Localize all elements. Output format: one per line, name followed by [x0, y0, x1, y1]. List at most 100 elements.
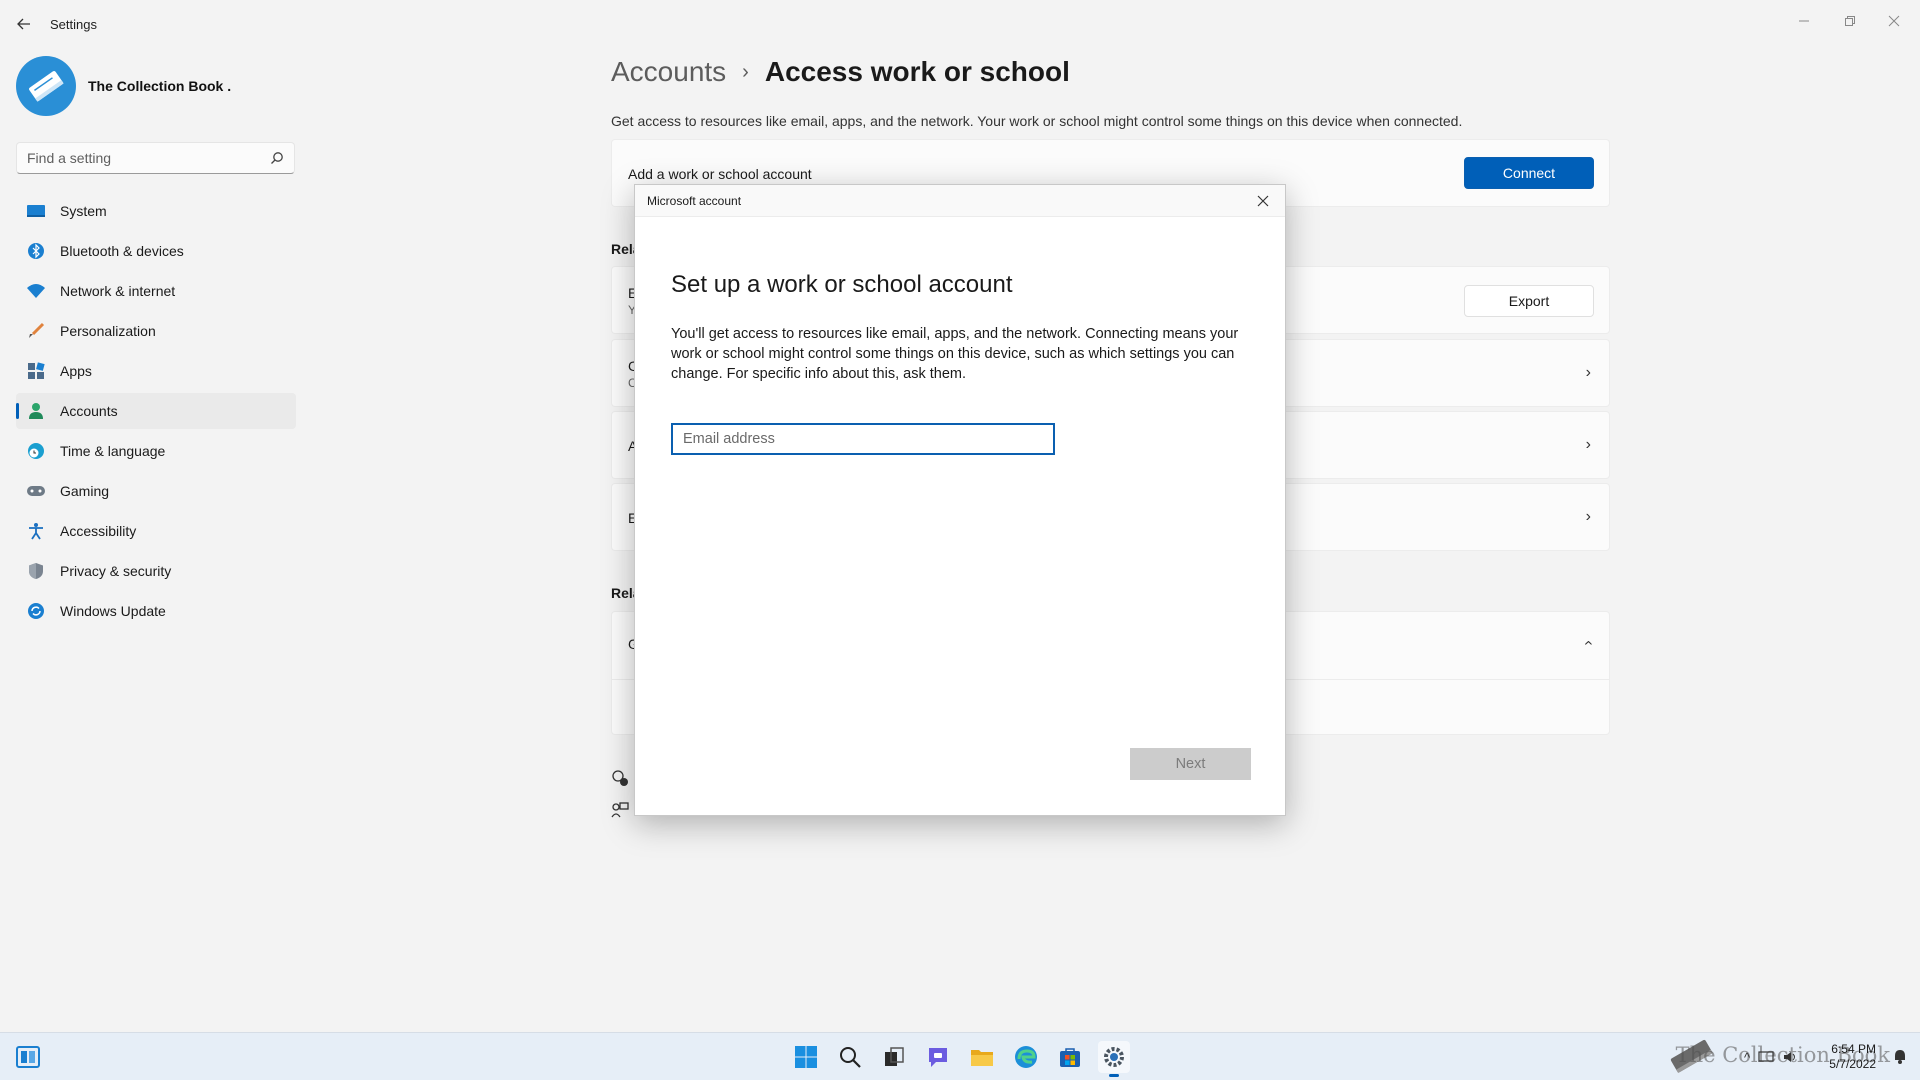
taskbar: The Collection Book ^ 6:54 PM 5/7/2022 [0, 1032, 1920, 1080]
sidebar-item-label: Privacy & security [60, 563, 172, 579]
connect-button[interactable]: Connect [1464, 157, 1594, 189]
sidebar-item-accessibility[interactable]: Accessibility [16, 513, 296, 549]
sidebar-item-label: Gaming [60, 483, 110, 499]
email-input[interactable] [673, 425, 1053, 453]
settings-search[interactable] [16, 142, 295, 174]
sidebar-nav: System Bluetooth & devices Network & int… [16, 193, 296, 633]
dialog-body-text: You'll get access to resources like emai… [671, 326, 1239, 382]
feedback-icon[interactable] [611, 801, 629, 819]
file-explorer-button[interactable] [966, 1041, 998, 1073]
globe-clock-icon [26, 441, 46, 461]
widgets-icon [16, 1046, 40, 1068]
sidebar-item-label: Time & language [60, 443, 166, 459]
gamepad-icon [26, 481, 46, 501]
chat-button[interactable] [922, 1041, 954, 1073]
arrow-left-icon [17, 18, 30, 30]
clock-date: 5/7/2022 [1829, 1057, 1876, 1071]
help-icon[interactable] [611, 769, 629, 787]
dialog-title: Microsoft account [647, 194, 742, 208]
taskbar-search-button[interactable] [834, 1041, 866, 1073]
sidebar-item-label: Bluetooth & devices [60, 243, 184, 259]
restore-icon [1845, 16, 1855, 26]
dialog-close-button[interactable] [1251, 190, 1275, 212]
add-account-label: Add a work or school account [628, 166, 812, 182]
widgets-button[interactable] [12, 1041, 44, 1073]
task-view-button[interactable] [878, 1041, 910, 1073]
sidebar-item-windows-update[interactable]: Windows Update [16, 593, 296, 629]
clock-time: 6:54 PM [1831, 1042, 1876, 1056]
breadcrumb: Accounts › Access work or school [611, 56, 1070, 88]
export-button[interactable]: Export [1464, 285, 1594, 317]
back-button[interactable] [12, 12, 36, 36]
chevron-right-icon: › [1585, 508, 1591, 525]
sidebar-item-label: Windows Update [60, 603, 166, 619]
start-icon [795, 1046, 817, 1068]
task-view-icon [885, 1047, 904, 1066]
update-icon [26, 601, 46, 621]
sidebar-item-system[interactable]: System [16, 193, 296, 229]
close-button[interactable] [1872, 6, 1916, 36]
sidebar-item-label: Personalization [60, 323, 156, 339]
chat-icon [929, 1048, 947, 1067]
taskbar-clock[interactable]: 6:54 PM 5/7/2022 [1829, 1042, 1876, 1072]
close-icon [1257, 195, 1269, 207]
active-app-indicator [1109, 1074, 1119, 1077]
chevron-up-icon[interactable]: ^ [1744, 1050, 1750, 1065]
chevron-right-icon: › [1585, 436, 1591, 453]
volume-icon[interactable] [1782, 1050, 1798, 1064]
sidebar-item-apps[interactable]: Apps [16, 353, 296, 389]
user-profile[interactable]: The Collection Book . [16, 56, 231, 116]
close-icon [1888, 15, 1900, 27]
dialog-heading: Set up a work or school account [671, 271, 1013, 298]
search-icon [840, 1047, 861, 1068]
sidebar-item-label: Network & internet [60, 283, 176, 299]
sidebar-item-label: Accessibility [60, 523, 137, 539]
person-icon [26, 401, 46, 421]
start-button[interactable] [790, 1041, 822, 1073]
page-title: Access work or school [764, 56, 1070, 87]
sidebar-item-time-language[interactable]: Time & language [16, 433, 296, 469]
settings-icon [1104, 1047, 1124, 1067]
sidebar-item-label: Accounts [60, 403, 118, 419]
minimize-button[interactable] [1782, 6, 1826, 36]
notification-icon[interactable] [1892, 1049, 1908, 1065]
brush-icon [26, 321, 46, 341]
avatar [16, 56, 76, 116]
book-icon [29, 71, 64, 102]
sidebar-item-label: System [60, 203, 107, 219]
system-icon [26, 201, 46, 221]
settings-taskbar-button[interactable] [1098, 1041, 1130, 1077]
chevron-up-icon[interactable]: › [1579, 640, 1597, 645]
network-icon[interactable] [1758, 1050, 1774, 1064]
title-bar: Settings [0, 0, 1920, 48]
shield-icon [26, 561, 46, 581]
search-icon[interactable] [270, 151, 284, 165]
page-description: Get access to resources like email, apps… [611, 113, 1463, 129]
restore-button[interactable] [1828, 6, 1872, 36]
sidebar-item-accounts[interactable]: Accounts [16, 393, 296, 429]
sidebar-item-label: Apps [60, 363, 92, 379]
sidebar-item-bluetooth[interactable]: Bluetooth & devices [16, 233, 296, 269]
next-button[interactable]: Next [1130, 748, 1251, 780]
dialog-title-bar: Microsoft account [635, 185, 1285, 217]
profile-name: The Collection Book . [88, 78, 232, 94]
sidebar-item-privacy[interactable]: Privacy & security [16, 553, 296, 589]
sidebar-item-gaming[interactable]: Gaming [16, 473, 296, 509]
apps-icon [26, 361, 46, 381]
accessibility-icon [26, 521, 46, 541]
store-button[interactable] [1054, 1041, 1086, 1073]
email-field[interactable] [671, 423, 1055, 455]
app-title: Settings [50, 17, 97, 32]
breadcrumb-parent[interactable]: Accounts [611, 56, 726, 88]
microsoft-account-dialog: Microsoft account Set up a work or schoo… [634, 184, 1286, 816]
bluetooth-icon [26, 241, 46, 261]
wifi-icon [26, 281, 46, 301]
edge-icon [1015, 1046, 1037, 1068]
sidebar-item-personalization[interactable]: Personalization [16, 313, 296, 349]
tray-icons[interactable]: ^ [1744, 1033, 1798, 1080]
edge-button[interactable] [1010, 1041, 1042, 1073]
search-input[interactable] [17, 143, 257, 173]
chevron-right-icon: › [742, 60, 749, 83]
sidebar-item-network[interactable]: Network & internet [16, 273, 296, 309]
chevron-right-icon: › [1585, 364, 1591, 381]
